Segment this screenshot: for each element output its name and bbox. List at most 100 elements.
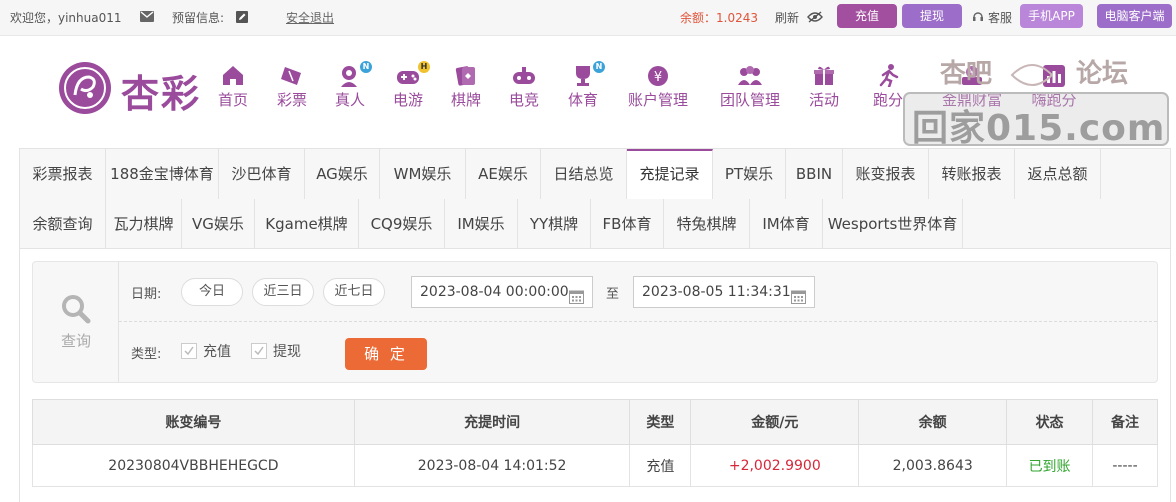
report-tab[interactable]: BBIN [786, 149, 843, 199]
report-tab[interactable]: 188金宝博体育 [106, 149, 219, 199]
nav-label: 团队管理 [719, 91, 780, 109]
forum-watermark: 杏吧 论坛 回家015.com [902, 45, 1170, 149]
nav-item[interactable]: 彩票 [260, 63, 324, 110]
report-tab[interactable]: PT娱乐 [713, 149, 786, 199]
start-date-value: 2023-08-04 00:00:00 [420, 284, 569, 300]
report-tab[interactable]: AG娱乐 [305, 149, 380, 199]
report-tab[interactable]: 充提记录 [627, 149, 713, 199]
nav-item[interactable]: 电竞 [492, 63, 556, 110]
last-three-days-button[interactable]: 近三日 [252, 278, 314, 306]
top-bar: 欢迎您，yinhua011 预留信息: 安全退出 余额：1.0243 刷新 充值… [0, 0, 1176, 36]
end-date-input[interactable]: 2023-08-05 11:34:31 [633, 276, 815, 308]
column-header[interactable]: 充提时间 [353, 399, 631, 445]
charge-button[interactable]: 充值 [837, 4, 897, 28]
table-cell: 已到账 [1006, 444, 1094, 487]
report-tab[interactable]: IM娱乐 [445, 199, 518, 249]
nav-item[interactable]: 棋牌 [434, 63, 498, 110]
report-tab[interactable]: Kgame棋牌 [255, 199, 359, 249]
nav-item[interactable]: 团队管理 [716, 63, 784, 110]
cards-icon [455, 66, 475, 86]
column-header[interactable]: 类型 [629, 399, 692, 445]
report-tab[interactable]: 转账报表 [929, 149, 1015, 199]
table-cell: ----- [1092, 444, 1158, 487]
column-header[interactable]: 金额/元 [690, 399, 860, 445]
nav-item[interactable]: 首页 [201, 63, 265, 110]
nav-item[interactable]: 活动 [792, 63, 856, 110]
report-tab[interactable]: 沙巴体育 [219, 149, 305, 199]
today-button[interactable]: 今日 [181, 278, 243, 306]
nav-badge: H [418, 61, 430, 73]
column-header[interactable]: 余额 [858, 399, 1008, 445]
nav-item[interactable]: ¥ 账户管理 [624, 63, 692, 110]
start-date-input[interactable]: 2023-08-04 00:00:00 [411, 276, 593, 308]
column-header[interactable]: 状态 [1006, 399, 1094, 445]
nav-label: 电竞 [508, 91, 539, 109]
watermark-line2: 论坛 [1076, 59, 1129, 89]
nav-item[interactable]: 电游 H [376, 61, 440, 110]
search-icon [61, 294, 91, 328]
calendar-icon[interactable] [791, 285, 806, 315]
charge-checkbox-label: 充值 [203, 344, 231, 360]
report-tab[interactable]: FB体育 [591, 199, 664, 249]
welcome-text: 欢迎您，yinhua011 [10, 11, 122, 25]
logout-link[interactable]: 安全退出 [286, 9, 334, 26]
date-label: 日期: [131, 287, 162, 302]
nav-label: 活动 [808, 91, 839, 109]
report-tabs: 彩票报表 188金宝博体育 沙巴体育 AG娱乐 WM娱乐 AE娱乐 日结总览 充提记录 PT娱乐… [20, 149, 1170, 249]
nav-label: 账户管理 [627, 91, 688, 109]
checkbox-icon[interactable] [181, 343, 197, 359]
pc-client-button[interactable]: 电脑客户端 [1097, 4, 1172, 28]
team-icon [738, 66, 762, 85]
table-cell: 2023-08-04 14:01:52 [353, 444, 631, 487]
report-tab[interactable]: 账变报表 [843, 149, 929, 199]
report-tab[interactable]: 瓦力棋牌 [106, 199, 182, 249]
report-tab[interactable]: CQ9娱乐 [359, 199, 445, 249]
last-seven-days-button[interactable]: 近七日 [323, 278, 385, 306]
table-cell: 2,003.8643 [858, 444, 1008, 487]
report-tab[interactable]: Wesports世界体育 [823, 199, 963, 249]
report-tab[interactable]: WM娱乐 [380, 149, 466, 199]
report-tab[interactable]: 彩票报表 [20, 149, 106, 199]
mobile-app-button[interactable]: 手机APP [1020, 4, 1083, 28]
confirm-button[interactable]: 确 定 [345, 338, 427, 370]
column-header[interactable]: 备注 [1092, 399, 1158, 445]
headset-icon[interactable] [972, 9, 984, 23]
table-cell: +2,002.9900 [690, 444, 860, 487]
withdraw-button[interactable]: 提现 [902, 4, 962, 28]
nav-item[interactable]: 体育 N [551, 61, 615, 110]
refresh-link[interactable]: 刷新 [775, 9, 799, 26]
records-table: 账变编号 充提时间 类型 金额/元 余额 状态 备注 20230804VBBHEHEGCD 2… [32, 399, 1158, 487]
nav-item[interactable]: 真人 N [318, 61, 382, 110]
calendar-icon[interactable] [569, 285, 584, 315]
content-panel: 彩票报表 188金宝博体育 沙巴体育 AG娱乐 WM娱乐 AE娱乐 日结总览 充提记录 PT娱乐… [19, 148, 1171, 502]
home-icon [223, 66, 243, 85]
edit-icon[interactable] [236, 9, 248, 23]
withdraw-checkbox[interactable]: 提现 [251, 341, 301, 361]
watermark-line1: 杏吧 [940, 59, 993, 89]
withdraw-checkbox-label: 提现 [273, 344, 301, 360]
report-tab[interactable]: 特兔棋牌 [664, 199, 750, 249]
date-row: 日期: 今日 近三日 近七日 2023-08-04 00:00:00 至 202… [119, 262, 1157, 322]
nav-badge: N [360, 61, 372, 73]
watermark-line3: 回家015.com [912, 108, 1166, 149]
report-tab[interactable]: IM体育 [750, 199, 823, 249]
brand-logo[interactable]: 杏彩 [55, 57, 215, 117]
report-tab[interactable]: 日结总览 [541, 149, 627, 199]
report-tab[interactable]: 返点总额 [1015, 149, 1101, 199]
charge-checkbox[interactable]: 充值 [181, 341, 231, 361]
report-tab[interactable]: AE娱乐 [466, 149, 541, 199]
ticket-icon [281, 67, 301, 85]
mail-icon[interactable] [140, 9, 154, 23]
logo-text: 杏彩 [121, 72, 202, 116]
balance-text: 余额：1.0243 [680, 11, 758, 25]
nav-label: 体育 [567, 91, 598, 109]
report-tab[interactable]: YY棋牌 [518, 199, 591, 249]
eye-off-icon[interactable] [807, 9, 823, 23]
customer-service-link[interactable]: 客服 [988, 9, 1012, 26]
column-header[interactable]: 账变编号 [32, 399, 355, 445]
report-tab[interactable]: 余额查询 [20, 199, 106, 249]
table-row[interactable]: 20230804VBBHEHEGCD 2023-08-04 14:01:52 充值 +… [32, 444, 1158, 487]
nav-label: 彩票 [276, 91, 307, 109]
report-tab[interactable]: VG娱乐 [182, 199, 255, 249]
checkbox-icon[interactable] [251, 343, 267, 359]
